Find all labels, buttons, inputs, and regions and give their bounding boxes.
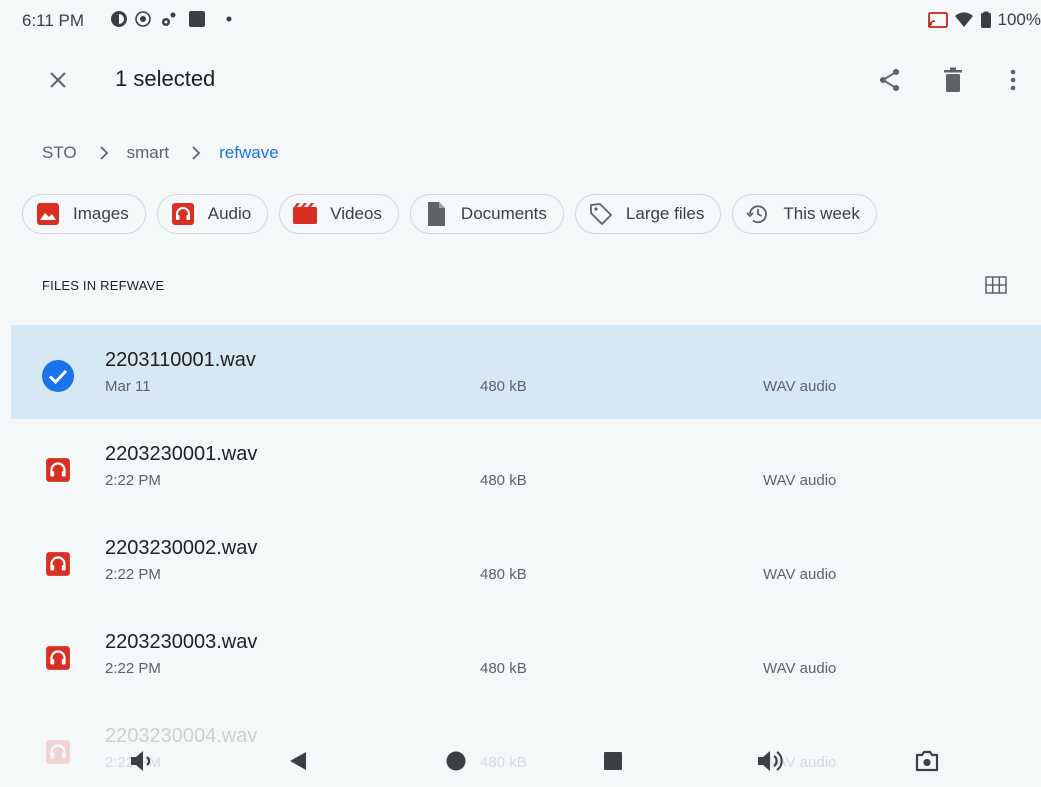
volume-up-button[interactable] [750,741,790,781]
chip-label: Audio [207,204,252,223]
settings-cog-icon [162,12,176,26]
close-selection-button[interactable] [40,62,76,98]
file-size: 480 kB [480,566,527,583]
cast-icon [927,12,948,28]
file-date: 2:22 PM [105,566,161,583]
file-date: 2:22 PM [105,660,161,677]
delete-icon [944,67,962,92]
home-button[interactable] [436,741,476,781]
audio-icon [41,641,75,675]
audio-icon [41,735,75,769]
chevron-right-icon [99,146,109,160]
home-icon [446,751,466,771]
volume-down-button[interactable] [122,741,162,781]
file-date: 2:22 PM [105,472,161,489]
grid-view-icon [985,276,1007,294]
file-type: WAV audio [763,660,837,677]
back-icon [290,752,306,770]
chip-audio[interactable]: Audio [156,194,269,234]
chip-large-files[interactable]: Large files [574,194,722,234]
volume-up-icon [758,751,783,771]
chip-images[interactable]: Images [22,194,146,234]
history-icon [745,201,771,227]
audio-icon [41,453,75,487]
file-size: 480 kB [480,660,527,677]
share-button[interactable] [870,60,910,100]
file-size: 480 kB [480,754,527,771]
file-row[interactable]: 2203230004.wav 2:22 PM 480 kB WAV audio [11,701,1041,787]
chip-label: Videos [330,204,382,223]
chip-label: Images [73,204,129,223]
file-name: 2203230002.wav [105,537,258,559]
chip-label: This week [783,204,860,223]
grid-view-toggle[interactable] [980,271,1012,299]
tag-icon [588,201,614,227]
file-type: WAV audio [763,378,837,395]
selection-count-title: 1 selected [115,66,216,91]
breadcrumb-item-sto[interactable]: STO [42,143,77,163]
file-size: 480 kB [480,472,527,489]
breadcrumb-item-smart[interactable]: smart [127,143,170,163]
section-title: FILES IN REFWAVE [42,278,165,293]
breadcrumb-item-refwave[interactable]: refwave [219,143,279,163]
close-icon [50,72,66,88]
file-type: WAV audio [763,472,837,489]
delete-button[interactable] [933,60,973,100]
recents-button[interactable] [593,741,633,781]
back-button[interactable] [278,741,318,781]
status-bar: 6:11 PM 100% [0,0,1041,40]
video-icon [292,201,318,227]
selected-check-icon [41,359,75,393]
document-icon [423,201,449,227]
recents-icon [604,752,622,770]
audio-icon [41,547,75,581]
image-icon [35,201,61,227]
more-vert-icon [1010,69,1016,91]
chip-videos[interactable]: Videos [279,194,399,234]
breadcrumb: STO smart refwave [42,141,279,165]
file-type: WAV audio [763,566,837,583]
volume-down-icon [131,751,151,771]
file-name: 2203110001.wav [105,349,256,371]
category-chips: Images Audio Videos Documents Large file… [22,194,877,234]
battery-icon [980,11,991,28]
app-icon [111,11,127,27]
chip-this-week[interactable]: This week [732,194,877,234]
file-row[interactable]: 2203230002.wav 2:22 PM 480 kB WAV audio [11,513,1041,607]
chevron-right-icon [191,146,201,160]
battery-percentage: 100% [997,10,1041,29]
status-right: 100% [927,9,1041,31]
share-icon [880,69,899,91]
file-row[interactable]: 2203110001.wav Mar 11 480 kB WAV audio [11,325,1041,419]
square-app-icon [189,11,205,27]
dot-icon [226,16,232,22]
screenshot-button[interactable] [907,741,947,781]
file-date: Mar 11 [105,378,151,395]
radio-icon [135,11,151,27]
file-size: 480 kB [480,378,527,395]
file-name: 2203230001.wav [105,443,258,465]
file-row[interactable]: 2203230003.wav 2:22 PM 480 kB WAV audio [11,607,1041,701]
chip-label: Documents [460,204,547,223]
wifi-icon [954,12,973,27]
more-options-button[interactable] [993,60,1033,100]
chip-label: Large files [625,204,705,223]
audio-icon [170,201,196,227]
status-time: 6:11 PM [22,11,85,30]
file-name: 2203230003.wav [105,631,258,653]
chip-documents[interactable]: Documents [409,194,564,234]
file-row[interactable]: 2203230001.wav 2:22 PM 480 kB WAV audio [11,419,1041,513]
screenshot-icon [915,750,939,772]
